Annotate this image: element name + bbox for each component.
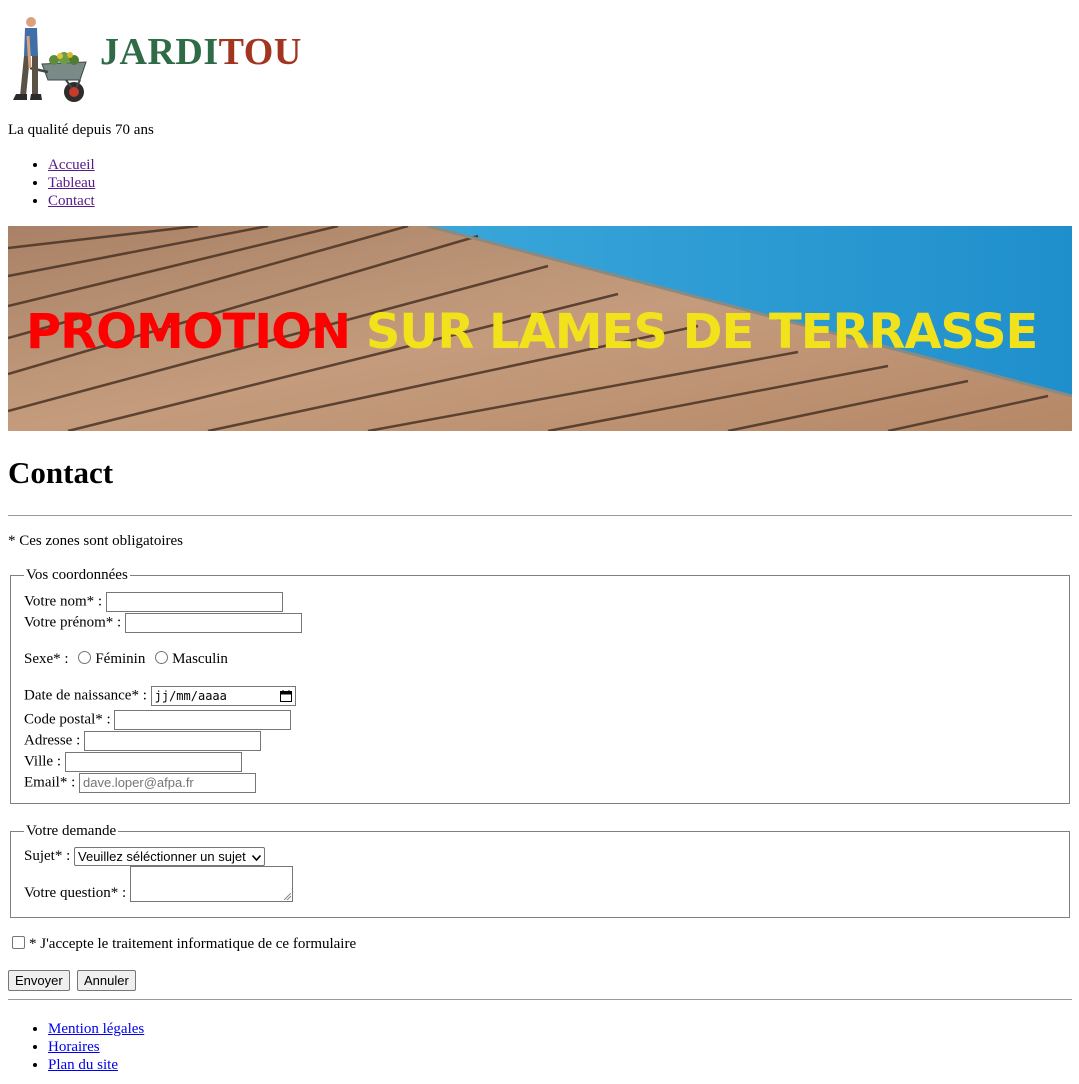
row-adresse: Adresse : (24, 731, 261, 751)
label-nom: Votre nom* : (24, 593, 103, 610)
logo-text-jardi: JARDI (100, 31, 219, 73)
label-prenom: Votre prénom* : (24, 614, 122, 631)
legend-coordonnees: Vos coordonnées (24, 567, 130, 584)
nom-input[interactable] (105, 592, 283, 612)
ville-input[interactable] (64, 752, 242, 772)
logo-wordmark: JARDITOU (100, 30, 302, 74)
main-nav: Accueil Tableau Contact (8, 156, 95, 210)
promo-words-yellow: SUR LAMES DE TERRASSE (365, 304, 1039, 360)
question-textarea[interactable] (129, 866, 293, 902)
adresse-input[interactable] (84, 731, 261, 751)
footer-item-plan: Plan du site (48, 1056, 144, 1074)
prenom-input[interactable] (124, 613, 302, 633)
footer-divider (8, 999, 1072, 1000)
promo-headline: PROMOTION SUR LAMES DE TERRASSE (26, 304, 1039, 360)
nav-item-accueil: Accueil (48, 156, 95, 174)
resize-grip-icon[interactable] (283, 893, 291, 900)
nav-link-tableau[interactable]: Tableau (48, 175, 95, 191)
consent-label[interactable]: * J'accepte le traitement informatique d… (29, 936, 356, 952)
label-sexe: Sexe* : (24, 651, 69, 667)
row-code-postal: Code postal* : (24, 710, 292, 730)
radio-feminin[interactable] (78, 651, 92, 664)
label-naissance: Date de naissance* : (24, 687, 147, 704)
chevron-down-icon (252, 854, 262, 861)
legend-demande: Votre demande (24, 823, 119, 840)
nav-item-contact: Contact (48, 192, 95, 210)
sujet-selected-value: Veuillez séléctionner un sujet (78, 849, 246, 864)
label-masculin[interactable]: Masculin (172, 651, 228, 667)
gardener-wheelbarrow-icon (13, 17, 87, 102)
footer-item-horaires: Horaires (48, 1038, 144, 1056)
promo-word-red: PROMOTION (26, 304, 351, 360)
sujet-select[interactable]: Veuillez séléctionner un sujet (74, 847, 266, 866)
date-placeholder: jj/mm/aaaa (154, 689, 227, 703)
label-code-postal: Code postal* : (24, 711, 111, 728)
tagline: La qualité depuis 70 ans (8, 122, 154, 138)
calendar-icon[interactable] (279, 690, 292, 702)
footer-link-horaires[interactable]: Horaires (48, 1039, 100, 1055)
label-feminin[interactable]: Féminin (95, 651, 145, 667)
row-email: Email* : dave.loper@afpa.fr (24, 773, 256, 793)
label-sujet: Sujet* : (24, 847, 71, 864)
email-input[interactable]: dave.loper@afpa.fr (79, 773, 256, 793)
row-ville: Ville : (24, 752, 242, 772)
fieldset-coordonnees: Vos coordonnées Votre nom* : Votre préno… (10, 567, 1070, 804)
nav-item-tableau: Tableau (48, 174, 95, 192)
row-nom: Votre nom* : (24, 592, 283, 612)
footer-links: Mention légales Horaires Plan du site (8, 1020, 144, 1074)
label-question: Votre question* : (24, 885, 127, 901)
label-ville: Ville : (24, 753, 62, 770)
site-logo[interactable]: JARDITOU (8, 12, 301, 104)
row-sexe: Sexe* : Féminin Masculin (24, 651, 228, 668)
envoyer-button[interactable]: Envoyer (8, 970, 70, 991)
nav-link-accueil[interactable]: Accueil (48, 157, 95, 173)
row-question: Votre question* : (24, 866, 293, 902)
label-email: Email* : (24, 774, 76, 791)
radio-masculin[interactable] (155, 651, 169, 664)
required-fields-note: * Ces zones sont obligatoires (8, 533, 183, 549)
consent-checkbox[interactable] (12, 936, 25, 949)
footer-link-mentions[interactable]: Mention légales (48, 1021, 144, 1037)
page-title: Contact (8, 455, 114, 490)
logo-text-tou: TOU (218, 31, 302, 73)
footer-link-plan[interactable]: Plan du site (48, 1057, 118, 1073)
label-adresse: Adresse : (24, 732, 81, 749)
fieldset-demande: Votre demande Sujet* : Veuillez séléctio… (10, 823, 1070, 918)
title-divider (8, 515, 1072, 516)
footer-item-mentions: Mention légales (48, 1020, 144, 1038)
date-naissance-input[interactable]: jj/mm/aaaa (150, 686, 296, 706)
nav-link-contact[interactable]: Contact (48, 193, 95, 209)
row-naissance: Date de naissance* : jj/mm/aaaa (24, 686, 296, 706)
code-postal-input[interactable] (114, 710, 292, 730)
promo-banner: PROMOTION SUR LAMES DE TERRASSE (8, 226, 1072, 431)
annuler-button[interactable]: Annuler (77, 970, 136, 991)
consent-row: * J'accepte le traitement informatique d… (12, 936, 356, 953)
row-prenom: Votre prénom* : (24, 613, 302, 633)
row-sujet: Sujet* : Veuillez séléctionner un sujet (24, 847, 266, 866)
